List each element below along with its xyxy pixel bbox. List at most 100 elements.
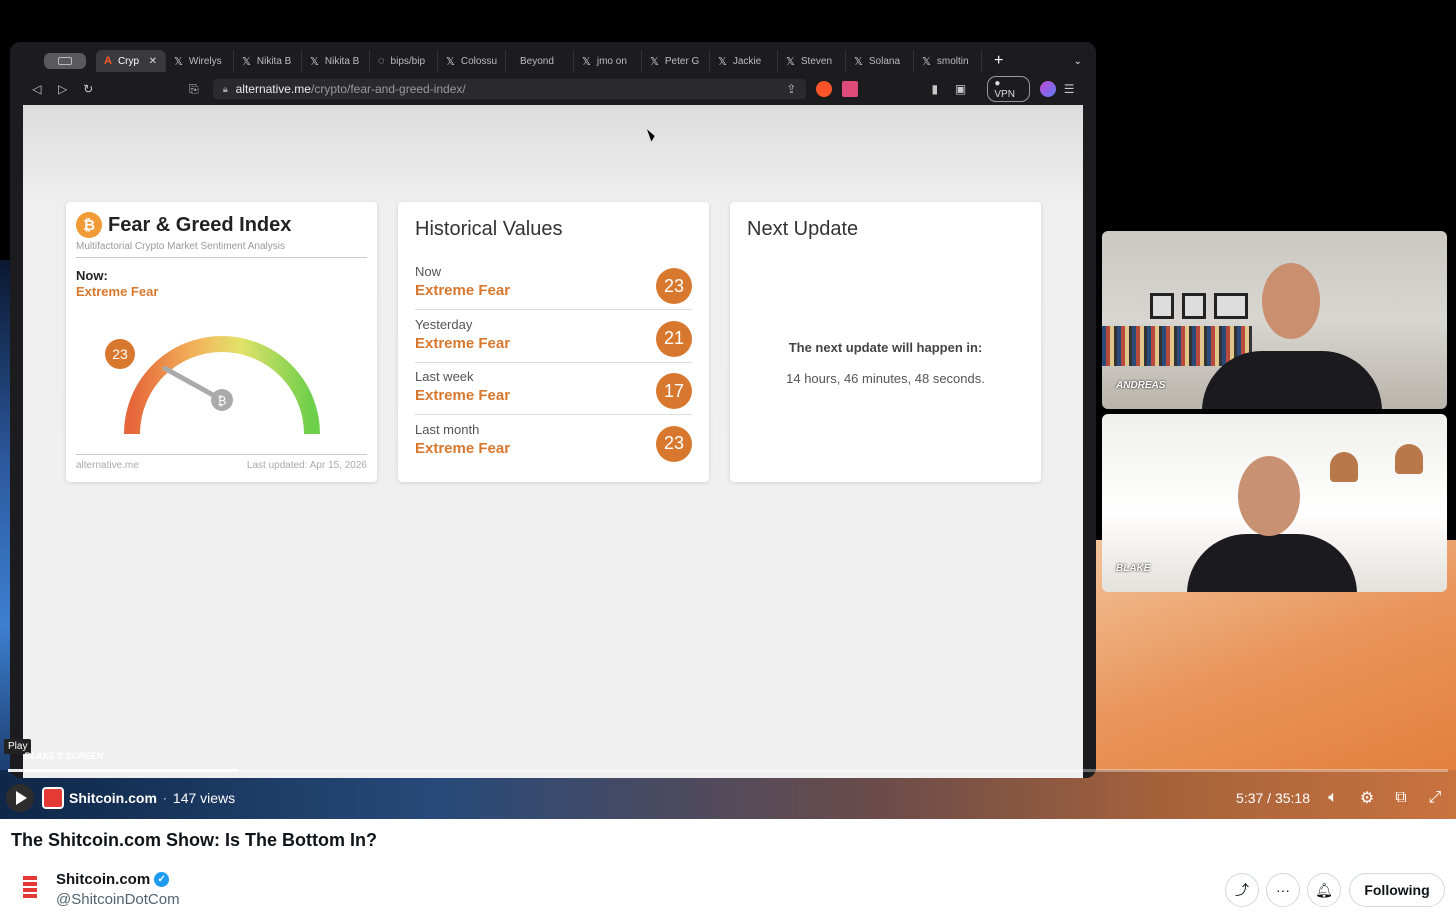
gauge-hub-icon: ₿ (218, 394, 227, 408)
now-label: Now: (76, 268, 108, 283)
historical-period: Last month (415, 421, 480, 437)
tab-label: Colossu (460, 55, 498, 67)
reload-icon[interactable]: ↻ (75, 82, 101, 96)
tab-favicon-icon: 𝕏 (922, 55, 931, 68)
participant-name: BLAKE (1116, 563, 1151, 574)
more-button[interactable]: ··· (1266, 873, 1300, 907)
browser-tab[interactable]: 𝕏smoltin (914, 50, 982, 72)
url-host: alternative.me (235, 82, 311, 96)
tab-label: Jackie (732, 55, 762, 67)
brave-shield-icon[interactable] (816, 81, 833, 97)
historical-value-badge: 23 (656, 268, 692, 304)
settings-gear-icon[interactable]: ⚙︎ (1354, 788, 1380, 808)
divider (76, 257, 367, 258)
play-icon (16, 791, 27, 805)
historical-period: Yesterday (415, 316, 473, 332)
brave-rewards-icon[interactable] (842, 81, 858, 97)
fear-greed-card: ₿ Fear & Greed Index Multifactorial Cryp… (66, 202, 377, 482)
participant-torso (1202, 351, 1382, 409)
share-icon[interactable]: ⇪ (786, 82, 796, 96)
account-handle[interactable]: @ShitcoinDotCom (56, 891, 180, 908)
tab-label: Steven (800, 55, 833, 67)
screen-share-label: BLAKE'S SCREEN (24, 751, 104, 761)
browser-tab[interactable]: 𝕏 Steven (778, 50, 846, 72)
browser-tab[interactable]: Beyond (506, 50, 574, 72)
sidebar-panel-icon[interactable]: ▮ (922, 82, 948, 96)
profile-icon[interactable] (1040, 81, 1057, 97)
browser-tab[interactable]: 𝕏 Jackie (710, 50, 778, 72)
view-count: 147 views (172, 790, 236, 806)
address-bar[interactable]: 🔒︎ alternative.me/crypto/fear-and-greed-… (212, 79, 807, 99)
video-progress-bar[interactable] (8, 769, 1448, 772)
tab-label: bips/bip (390, 55, 426, 67)
tab-favicon-icon: ◌ (378, 55, 385, 67)
browser-tab[interactable]: 𝕏 Peter G (642, 50, 710, 72)
bookmark-icon[interactable]: ⎘ (181, 82, 207, 97)
play-button[interactable] (6, 784, 34, 812)
mouse-cursor-icon (646, 127, 657, 142)
next-update-title: Next Update (747, 218, 859, 240)
bell-plus-icon: 🔔︎ (1315, 881, 1333, 898)
tab-close-icon[interactable]: ✕ (149, 56, 157, 67)
historical-row: Last week Extreme Fear 17 (415, 363, 692, 415)
tab-favicon-icon: 𝕏 (242, 55, 251, 68)
url-path: /crypto/fear-and-greed-index/ (310, 82, 466, 96)
historical-classification: Extreme Fear (415, 387, 511, 404)
notifications-button[interactable]: 🔔︎ (1307, 873, 1341, 907)
gauge-value: 23 (112, 346, 128, 362)
browser-tab[interactable]: 𝕏 Nikita B (302, 50, 370, 72)
browser-tab[interactable]: 𝕏 Nikita B (234, 50, 302, 72)
channel-logo[interactable] (42, 787, 64, 809)
picture-in-picture-icon[interactable]: ⧉ (1388, 789, 1414, 807)
browser-tab[interactable]: ◌ bips/bip (370, 50, 438, 72)
account-name[interactable]: Shitcoin.com ✓ (56, 871, 170, 888)
browser-tab[interactable]: 𝕏 Solana (846, 50, 914, 72)
pendant-lamp (1330, 452, 1358, 482)
share-button[interactable]: ⤴ (1225, 873, 1259, 907)
fullscreen-icon[interactable]: ⤢ (1422, 789, 1448, 807)
following-button[interactable]: Following (1349, 873, 1445, 907)
sidebar-toggle-icon[interactable] (44, 53, 86, 69)
volume-icon[interactable]: 🔈︎ (1320, 789, 1346, 807)
historical-row: Yesterday Extreme Fear 21 (415, 311, 692, 363)
next-update-card: Next Update The next update will happen … (730, 202, 1041, 482)
tab-label: smoltin (936, 55, 969, 67)
tab-favicon-icon: 𝕏 (174, 55, 183, 68)
fear-greed-subtitle: Multifactorial Crypto Market Sentiment A… (76, 241, 285, 252)
browser-tab[interactable]: 𝕏 Wirelys (166, 50, 234, 72)
wallet-icon[interactable]: ▣ (948, 82, 974, 96)
historical-values-card: Historical Values Now Extreme Fear 23 Yeste… (398, 202, 709, 482)
vpn-button[interactable]: ● VPN (987, 76, 1031, 102)
browser-tab[interactable]: 𝕏jmo on (574, 50, 642, 72)
separator: · (162, 791, 167, 805)
more-dots-icon: ··· (1276, 882, 1290, 898)
channel-name[interactable]: Shitcoin.com (69, 790, 157, 806)
tab-favicon-icon: 𝕏 (854, 55, 863, 68)
video-player[interactable]: A Cryp ✕ 𝕏 Wirelys 𝕏 Nikita B 𝕏 Nikita B ◌ bips/bi… (0, 0, 1456, 819)
post-title: The Shitcoin.com Show: Is The Bottom In? (11, 830, 377, 850)
last-updated: Last updated: Apr 15, 2026 (246, 460, 367, 471)
tab-label: Nikita B (324, 55, 360, 67)
tab-favicon-icon: A (104, 55, 112, 67)
lock-icon: 🔒︎ (222, 83, 228, 94)
back-icon[interactable]: ◁ (24, 82, 50, 96)
playback-time: 5:37 / 35:18 (1236, 790, 1310, 806)
browser-tab[interactable]: 𝕏 Colossu (438, 50, 506, 72)
browser-tab[interactable]: A Cryp ✕ (96, 50, 166, 72)
menu-icon[interactable]: ☰ (1056, 82, 1082, 96)
forward-icon[interactable]: ▷ (50, 82, 76, 96)
fear-greed-footer: alternative.me Last updated: Apr 15, 202… (76, 460, 367, 471)
historical-classification: Extreme Fear (415, 282, 511, 299)
tab-label: jmo on (596, 55, 627, 67)
tab-label: Nikita B (256, 55, 292, 67)
chevron-down-icon[interactable]: ⌄ (1074, 56, 1082, 67)
historical-classification: Extreme Fear (415, 439, 511, 457)
avatar[interactable] (17, 872, 43, 902)
bitcoin-icon: ₿ (76, 212, 102, 238)
historical-row: Last month Extreme Fear 23 (415, 416, 692, 468)
video-controls: Shitcoin.com · 147 views 5:37 / 35:18 🔈︎… (0, 781, 1456, 815)
tab-favicon-icon: 𝕏 (718, 55, 727, 68)
web-page: ₿ Fear & Greed Index Multifactorial Cryp… (23, 105, 1083, 778)
new-tab-icon[interactable]: + (994, 52, 1003, 70)
pendant-lamp (1395, 444, 1423, 474)
